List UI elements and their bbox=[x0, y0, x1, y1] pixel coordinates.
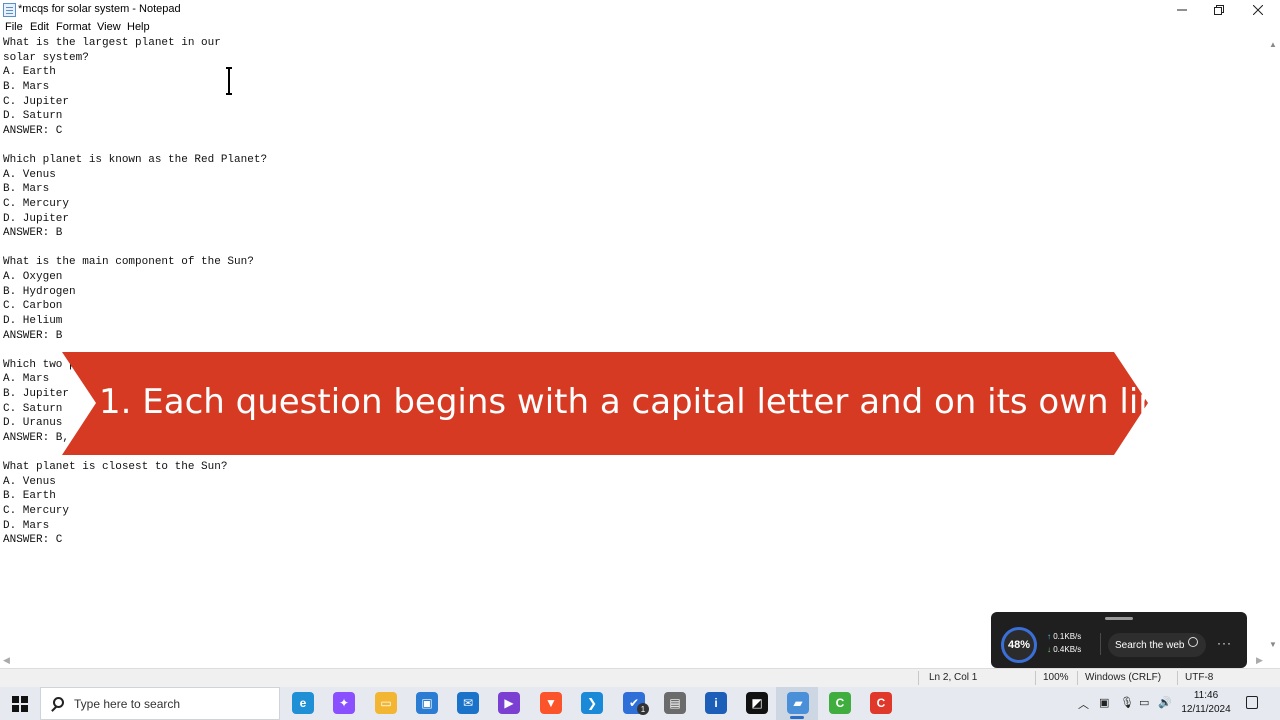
taskbar-app-media-icon[interactable]: ▶ bbox=[498, 692, 520, 714]
close-icon bbox=[1253, 5, 1263, 15]
clock-date: 12/11/2024 bbox=[1181, 704, 1231, 715]
volume-icon[interactable]: 🔊 bbox=[1158, 696, 1172, 709]
editor-line[interactable]: D. Mars bbox=[3, 519, 267, 534]
windows-logo-icon bbox=[12, 695, 28, 712]
taskbar-app-copilot-icon[interactable]: ✦ bbox=[333, 692, 355, 714]
taskbar-app-edge-icon[interactable]: e bbox=[292, 692, 314, 714]
menu-file[interactable]: File bbox=[5, 21, 23, 33]
encoding: UTF-8 bbox=[1185, 672, 1214, 683]
taskbar-app-brave-icon[interactable]: ▼ bbox=[540, 692, 562, 714]
editor-line[interactable]: C. Jupiter bbox=[3, 95, 267, 110]
search-icon bbox=[1188, 637, 1198, 647]
editor-line[interactable]: ANSWER: C bbox=[3, 124, 267, 139]
taskbar-search-placeholder: Type here to search bbox=[74, 697, 181, 711]
window-title: *mcqs for solar system - Notepad bbox=[18, 3, 181, 15]
cpu-usage-gauge: 48% bbox=[1001, 627, 1037, 663]
microphone-icon[interactable]: 🎙 bbox=[1120, 696, 1134, 709]
taskbar-app-vscode-icon[interactable]: ❯ bbox=[581, 692, 603, 714]
web-search-button[interactable]: Search the web bbox=[1108, 633, 1206, 657]
search-icon bbox=[53, 697, 64, 708]
editor-line[interactable]: solar system? bbox=[3, 51, 267, 66]
taskbar: Type here to search e ✦ ▭ ▣ ✉ ▶ ▼ ❯ ✔ 1 ▤ i ◩ ▰ C C ︿ ▣… bbox=[0, 687, 1280, 720]
editor-line[interactable]: ANSWER: B bbox=[3, 329, 267, 344]
editor-line[interactable]: B. Earth bbox=[3, 489, 267, 504]
restore-icon bbox=[1214, 5, 1224, 15]
taskbar-app-recorder-icon[interactable]: C bbox=[870, 692, 892, 714]
editor-line[interactable]: Which planet is known as the Red Planet? bbox=[3, 153, 267, 168]
status-bar: Ln 2, Col 1 100% Windows (CRLF) UTF-8 bbox=[0, 668, 1280, 687]
editor-line[interactable]: D. Saturn bbox=[3, 109, 267, 124]
text-editor[interactable]: What is the largest planet in our solar s… bbox=[0, 36, 1266, 654]
vertical-scrollbar[interactable]: ▲ ▼ bbox=[1266, 36, 1280, 654]
scroll-right-icon[interactable]: ▶ bbox=[1256, 655, 1263, 666]
taskbar-app-info-icon[interactable]: i bbox=[705, 692, 727, 714]
close-button[interactable] bbox=[1238, 0, 1278, 20]
minimize-icon bbox=[1177, 9, 1187, 11]
editor-line[interactable]: What planet is closest to the Sun? bbox=[3, 460, 267, 475]
scroll-left-icon[interactable]: ◀ bbox=[3, 655, 10, 666]
device-icon[interactable]: ▣ bbox=[1099, 696, 1109, 709]
taskbar-app-printer-icon[interactable]: ▤ bbox=[664, 692, 686, 714]
ibeam-cursor-icon bbox=[226, 67, 232, 95]
editor-line[interactable]: C. Mercury bbox=[3, 197, 267, 212]
menu-edit[interactable]: Edit bbox=[30, 21, 49, 33]
arrow-up-icon: ↑ bbox=[1047, 632, 1051, 641]
editor-line[interactable]: B. Hydrogen bbox=[3, 285, 267, 300]
download-speed: ↓ 0.4KB/s bbox=[1047, 645, 1082, 654]
taskbar-app-mail-icon[interactable]: ✉ bbox=[457, 692, 479, 714]
taskbar-app-notepad-icon[interactable]: ▰ bbox=[787, 692, 809, 714]
editor-line[interactable]: A. Oxygen bbox=[3, 270, 267, 285]
drag-handle[interactable] bbox=[1105, 617, 1133, 620]
taskbar-app-store-icon[interactable]: ▣ bbox=[416, 692, 438, 714]
menu-view[interactable]: View bbox=[97, 21, 121, 33]
upload-speed: ↑ 0.1KB/s bbox=[1047, 632, 1082, 641]
cpu-usage-value: 48% bbox=[1007, 639, 1031, 651]
taskbar-app-capcut-icon[interactable]: ◩ bbox=[746, 692, 768, 714]
taskbar-app-camtasia-icon[interactable]: C bbox=[829, 692, 851, 714]
web-search-label: Search the web bbox=[1115, 639, 1185, 651]
scroll-down-icon[interactable]: ▼ bbox=[1269, 640, 1277, 649]
editor-line[interactable]: A. Venus bbox=[3, 475, 267, 490]
menu-help[interactable]: Help bbox=[127, 21, 150, 33]
caption-banner: 1. Each question begins with a capital l… bbox=[62, 352, 1181, 455]
taskbar-badge: 1 bbox=[637, 703, 649, 715]
clock-time: 11:46 bbox=[1193, 690, 1219, 701]
editor-line[interactable]: A. Venus bbox=[3, 168, 267, 183]
more-options-icon[interactable]: ··· bbox=[1217, 636, 1232, 650]
editor-line[interactable]: B. Mars bbox=[3, 182, 267, 197]
arrow-down-icon: ↓ bbox=[1047, 645, 1051, 654]
zoom-level: 100% bbox=[1043, 672, 1069, 683]
editor-line[interactable]: What is the main component of the Sun? bbox=[3, 255, 267, 270]
editor-line[interactable]: ANSWER: C bbox=[3, 533, 267, 548]
taskbar-app-file-explorer-icon[interactable]: ▭ bbox=[375, 692, 397, 714]
scroll-up-icon[interactable]: ▲ bbox=[1269, 40, 1277, 49]
start-button[interactable] bbox=[0, 687, 40, 720]
cursor-position: Ln 2, Col 1 bbox=[929, 672, 978, 683]
system-clock[interactable]: 11:46 12/11/2024 bbox=[1178, 689, 1234, 717]
menu-bar: File Edit Format View Help bbox=[0, 20, 1280, 36]
editor-line[interactable]: ANSWER: B bbox=[3, 226, 267, 241]
maximize-button[interactable] bbox=[1199, 0, 1239, 20]
title-bar: *mcqs for solar system - Notepad bbox=[0, 0, 1280, 20]
editor-line[interactable]: C. Carbon bbox=[3, 299, 267, 314]
minimize-button[interactable] bbox=[1162, 0, 1202, 20]
editor-line[interactable] bbox=[3, 241, 267, 256]
battery-icon[interactable]: ▭ bbox=[1139, 696, 1149, 709]
notepad-icon bbox=[3, 3, 16, 17]
editor-line[interactable]: C. Mercury bbox=[3, 504, 267, 519]
editor-line[interactable]: What is the largest planet in our bbox=[3, 36, 267, 51]
taskbar-search-box[interactable]: Type here to search bbox=[40, 687, 280, 720]
banner-text: 1. Each question begins with a capital l… bbox=[99, 382, 1181, 422]
system-monitor-widget[interactable]: 48% ↑ 0.1KB/s ↓ 0.4KB/s Search the web ·… bbox=[991, 612, 1247, 668]
menu-format[interactable]: Format bbox=[56, 21, 91, 33]
editor-line[interactable]: D. Jupiter bbox=[3, 212, 267, 227]
show-hidden-icons[interactable]: ︿ bbox=[1078, 696, 1089, 712]
editor-line[interactable]: D. Helium bbox=[3, 314, 267, 329]
editor-text[interactable]: What is the largest planet in our solar s… bbox=[3, 36, 267, 548]
notifications-icon[interactable] bbox=[1246, 696, 1258, 709]
editor-line[interactable] bbox=[3, 138, 267, 153]
line-ending: Windows (CRLF) bbox=[1085, 672, 1162, 683]
